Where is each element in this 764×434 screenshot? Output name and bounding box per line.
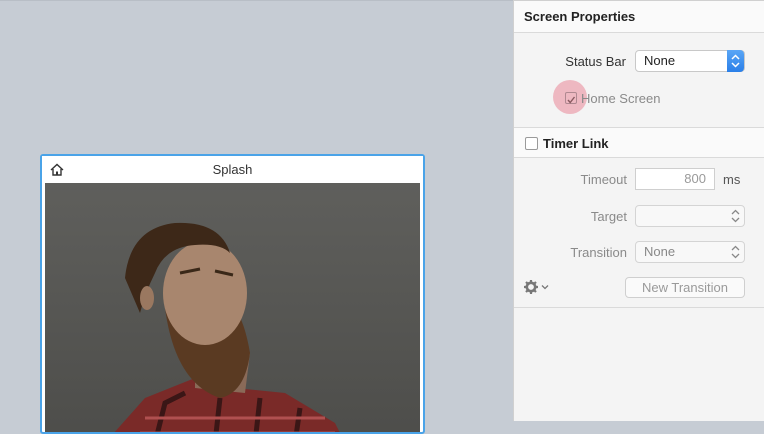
screen-photo	[45, 183, 420, 432]
timer-link-label[interactable]: Timer Link	[543, 136, 609, 151]
timeout-input[interactable]: 800	[635, 168, 715, 190]
properties-panel: Screen Properties Status Bar None Home S…	[513, 0, 764, 421]
transition-value: None	[644, 244, 676, 259]
target-select[interactable]	[635, 205, 745, 227]
status-bar-value: None	[644, 53, 676, 68]
timeout-unit: ms	[723, 172, 741, 187]
home-screen-label[interactable]: Home Screen	[581, 91, 660, 106]
chevron-down-icon	[541, 285, 549, 290]
gear-icon	[524, 280, 549, 294]
person-photo-image	[45, 183, 420, 432]
status-bar-label: Status Bar	[565, 54, 626, 69]
home-screen-checkbox[interactable]	[565, 92, 577, 104]
timer-link-checkbox[interactable]	[525, 137, 538, 150]
transition-label: Transition	[570, 245, 627, 260]
divider	[514, 307, 764, 308]
new-transition-button[interactable]: New Transition	[625, 277, 745, 298]
updown-arrows-icon	[727, 205, 744, 227]
checkmark-icon	[567, 96, 576, 104]
target-label: Target	[590, 209, 627, 224]
updown-arrows-icon	[727, 50, 744, 72]
timeout-label: Timeout	[580, 172, 627, 187]
home-icon	[50, 163, 64, 176]
panel-header: Screen Properties	[514, 0, 764, 33]
design-canvas[interactable]: Splash	[0, 0, 513, 434]
transition-select[interactable]: None	[635, 241, 745, 263]
gear-menu-button[interactable]	[523, 279, 553, 295]
screen-title-bar: Splash	[42, 156, 423, 183]
screen-card-splash[interactable]: Splash	[40, 154, 425, 434]
updown-arrows-icon	[727, 241, 744, 263]
screen-title: Splash	[212, 162, 253, 177]
timeout-value: 800	[684, 171, 706, 186]
status-bar-select[interactable]: None	[635, 50, 745, 72]
